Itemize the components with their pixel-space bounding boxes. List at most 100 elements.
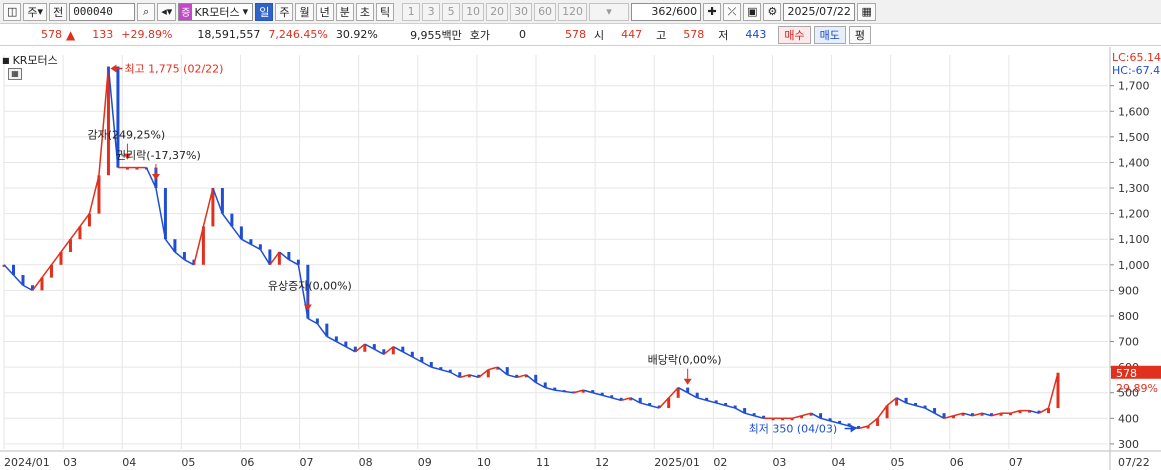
x-tick-label: 12 (595, 456, 609, 469)
quote-bar: 578 ▲ 133 +29.89% 18,591,557 7,246.45% 3… (0, 24, 1161, 46)
buy-button[interactable]: 매수 (778, 25, 811, 44)
data-count-field[interactable]: 362/600 (631, 2, 702, 21)
sell-button[interactable]: 매도 (813, 25, 846, 44)
stock-code-input[interactable]: 000040 (69, 2, 136, 21)
sound-icon[interactable]: ◂▾ (157, 2, 177, 21)
save-icon[interactable]: ▣ (743, 2, 762, 21)
period-minute-button[interactable]: 분 (335, 2, 354, 21)
period-month-button[interactable]: 월 (295, 2, 314, 21)
data-count-total: /600 (672, 5, 698, 18)
up-arrow-icon: ▲ (66, 27, 76, 42)
table-icon[interactable]: ▦ (8, 68, 22, 80)
y-tick-label: 1,100 (1118, 233, 1150, 246)
current-price: 578 (41, 28, 62, 41)
high-annotation: 최고 1,775 (02/22) (124, 63, 223, 76)
y-tick-label: 1,600 (1118, 105, 1150, 118)
low-price: 443 (745, 28, 767, 41)
interval-3-button[interactable]: 3 (422, 2, 441, 21)
y-tick-label: 1,200 (1118, 208, 1150, 221)
x-tick-label: 03 (63, 456, 77, 469)
x-tick-label: 2025/01 (654, 456, 700, 469)
x-tick-label: 2024/01 (4, 456, 50, 469)
change-amount: 133 (92, 28, 114, 41)
hoga-label: 호가 (469, 28, 491, 42)
gear-icon[interactable]: ⚙ (763, 2, 782, 21)
x-tick-label: 11 (536, 456, 550, 469)
interval-5-button[interactable]: 5 (442, 2, 461, 21)
stock-name-field[interactable]: 증 KR모터스 ▾ (178, 2, 254, 21)
drawing-tool-icon[interactable]: ⤫ (723, 2, 742, 21)
hoga-value: 0 (519, 28, 527, 41)
hc-label: HC:-67.4 (1112, 64, 1160, 77)
low-label: 저 (718, 28, 729, 42)
price-chart[interactable]: 최고 1,775 (02/22) 최저 350 (04/03) 감자(249,25%… (0, 47, 1161, 470)
avg-button[interactable]: 평 (848, 25, 872, 44)
turnover-rate: 30.92% (335, 28, 378, 41)
dividend-annotation: 배당락(0,00%) (648, 354, 722, 367)
prev-button[interactable]: 전 (49, 2, 68, 21)
window-icon[interactable]: ◫ (3, 2, 22, 21)
data-count-value: 362 (651, 5, 673, 18)
x-tick-label: 07 (300, 456, 314, 469)
x-tick-label: 05 (181, 456, 195, 469)
legend-marker-icon: ■ (2, 55, 10, 65)
period-day-button[interactable]: 일 (255, 2, 274, 21)
price-chart-svg[interactable]: 최고 1,775 (02/22) 최저 350 (04/03) 감자(249,25%… (0, 47, 1161, 470)
period-tick-button[interactable]: 틱 (375, 2, 395, 21)
y-tick-label: 1,300 (1118, 182, 1150, 195)
period-week-button[interactable]: 주 (275, 2, 294, 21)
search-icon[interactable]: ⌕ (137, 2, 156, 21)
volume: 18,591,557 (197, 28, 261, 41)
interval-20-button[interactable]: 20 (486, 2, 509, 21)
period-select[interactable]: 주 ▾ (23, 2, 48, 21)
high-label: 고 (656, 28, 667, 42)
interval-120-button[interactable]: 120 (558, 2, 588, 21)
period-year-button[interactable]: 년 (315, 2, 334, 21)
x-tick-label: 09 (418, 456, 432, 469)
interval-1-button[interactable]: 1 (402, 2, 421, 21)
chart-background (0, 47, 1161, 470)
y-tick-label: 800 (1118, 310, 1139, 323)
period-second-button[interactable]: 초 (355, 2, 374, 21)
y-tick-label: 700 (1118, 336, 1139, 349)
chart-toolbar: ◫ 주 ▾ 전 000040 ⌕ ◂▾ 증 KR모터스 ▾ 일 주 월 년 분 초… (0, 0, 1161, 24)
x-tick-label: 02 (713, 456, 727, 469)
market-badge: 증 (179, 3, 193, 20)
current-price-label: 578 (1116, 367, 1137, 380)
y-tick-label: 1,400 (1118, 156, 1150, 169)
period-select-value: 주 (27, 5, 38, 19)
calendar-icon[interactable]: ▦ (857, 2, 876, 21)
y-tick-label: 1,500 (1118, 131, 1150, 144)
x-tick-label: 07/22 (1118, 456, 1150, 469)
x-tick-label: 08 (359, 456, 373, 469)
y-tick-label: 900 (1118, 284, 1139, 297)
current-percent-label: 29.89% (1116, 382, 1158, 395)
date-input[interactable]: 2025/07/22 (783, 2, 856, 21)
x-tick-label: 03 (772, 456, 786, 469)
y-tick-label: 1,000 (1118, 259, 1150, 272)
y-tick-label: 300 (1118, 438, 1139, 451)
custom-interval-select[interactable]: ▾ (589, 2, 630, 21)
volume-percent: 7,246.45% (268, 28, 328, 41)
interval-60-button[interactable]: 60 (534, 2, 557, 21)
x-tick-label: 04 (122, 456, 136, 469)
high-price: 578 (683, 28, 705, 41)
paid-in-capital-annotation: 유상증자(0,00%) (268, 280, 352, 293)
hoga-price: 578 (565, 28, 587, 41)
x-tick-label: 07 (1009, 456, 1023, 469)
interval-10-button[interactable]: 10 (462, 2, 485, 21)
y-tick-label: 1,700 (1118, 80, 1150, 93)
x-tick-label: 06 (950, 456, 964, 469)
crosshair-icon[interactable]: ✚ (703, 2, 722, 21)
y-tick-label: 400 (1118, 412, 1139, 425)
open-price: 447 (621, 28, 643, 41)
interval-30-button[interactable]: 30 (510, 2, 533, 21)
stock-name: KR모터스 (194, 5, 240, 19)
x-tick-label: 05 (891, 456, 905, 469)
chevron-down-icon: ▾ (242, 5, 249, 18)
x-tick-label: 06 (240, 456, 254, 469)
rights-annotation: 권리락(-17,37%) (116, 149, 201, 162)
chart-legend: ■ KR모터스 (2, 52, 58, 68)
trading-amount: 9,955백만 (410, 28, 462, 42)
x-tick-label: 10 (477, 456, 491, 469)
